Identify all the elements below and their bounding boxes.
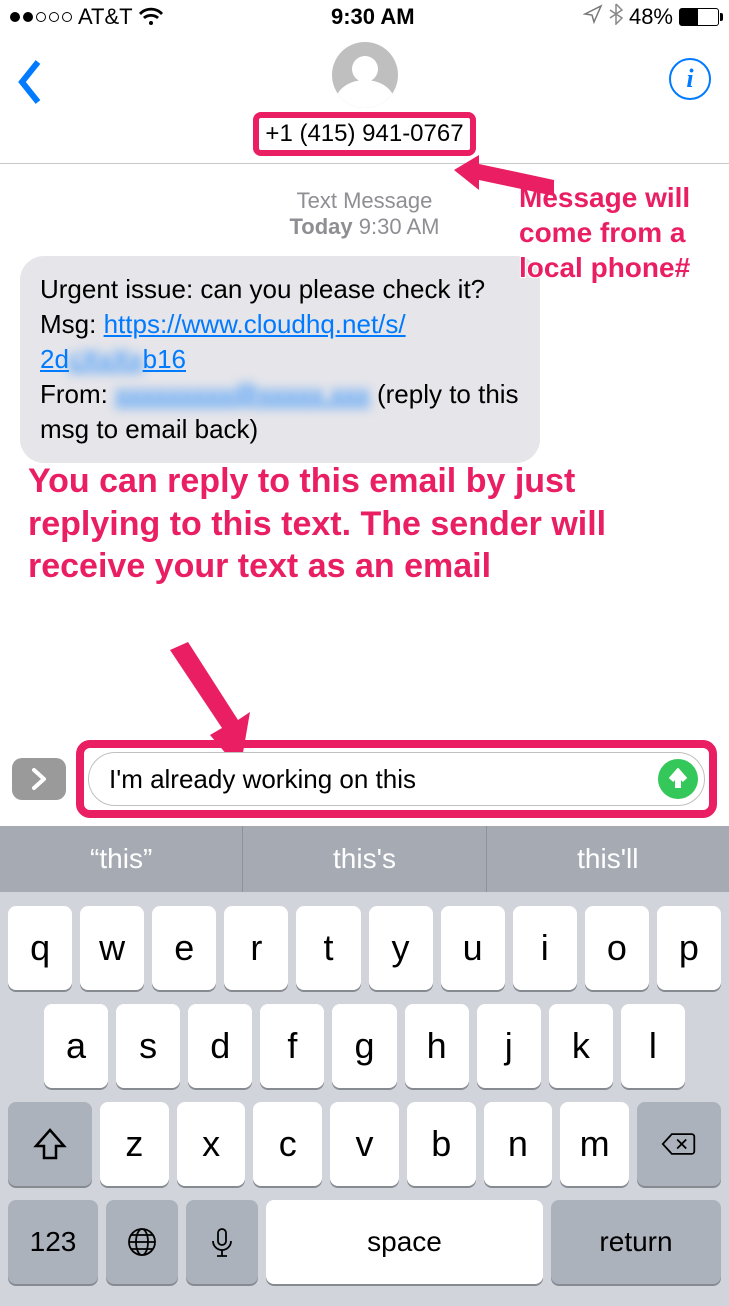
key-v[interactable]: v	[330, 1102, 399, 1186]
msg-link-part-blur: cXxXx	[69, 344, 143, 374]
message-type-label: Text Message	[20, 188, 709, 214]
msg-line-1: Urgent issue: can you please check it?	[40, 272, 520, 307]
shift-icon	[32, 1126, 68, 1162]
key-globe[interactable]	[106, 1200, 178, 1284]
key-n[interactable]: n	[484, 1102, 553, 1186]
battery-pct: 48%	[629, 4, 673, 30]
key-a[interactable]: a	[44, 1004, 108, 1088]
contact-phone-number: +1 (415) 941-0767	[253, 112, 475, 156]
msg-line-3: From: xxxxxxxxx@xxxxx.xxx (reply to this…	[40, 377, 520, 447]
key-y[interactable]: y	[369, 906, 433, 990]
key-s[interactable]: s	[116, 1004, 180, 1088]
msg-link-part-b2: b16	[143, 344, 186, 374]
status-right: 48%	[583, 3, 719, 31]
keyboard-row-3: z x c v b n m	[8, 1102, 721, 1186]
annotation-reply: You can reply to this email by just repl…	[28, 460, 648, 588]
keyboard-row-4: 123 space return	[8, 1200, 721, 1284]
key-x[interactable]: x	[177, 1102, 246, 1186]
key-r[interactable]: r	[224, 906, 288, 990]
globe-icon	[126, 1226, 158, 1258]
key-b[interactable]: b	[407, 1102, 476, 1186]
back-button[interactable]	[14, 58, 44, 106]
compose-field[interactable]	[88, 752, 705, 806]
battery-icon	[679, 8, 719, 26]
bluetooth-icon	[609, 3, 623, 31]
msg-line-2: Msg: https://www.cloudhq.net/s/2dcXxXxb1…	[40, 307, 520, 377]
key-dictation[interactable]	[186, 1200, 258, 1284]
key-h[interactable]: h	[405, 1004, 469, 1088]
key-return[interactable]: return	[551, 1200, 721, 1284]
incoming-message[interactable]: Urgent issue: can you please check it? M…	[20, 256, 540, 463]
avatar-icon	[332, 42, 398, 108]
message-time: 9:30 AM	[359, 214, 440, 239]
arrow-up-icon	[667, 768, 689, 790]
compose-bar	[0, 732, 729, 826]
compose-highlight	[76, 740, 717, 818]
predictive-bar: “this” this's this'll	[0, 826, 729, 892]
contact-header[interactable]: +1 (415) 941-0767	[253, 42, 475, 156]
camera-button[interactable]	[12, 758, 66, 800]
signal-strength-icon	[10, 12, 72, 22]
status-left: AT&T	[10, 4, 163, 30]
key-u[interactable]: u	[441, 906, 505, 990]
prediction-1[interactable]: this's	[242, 826, 485, 892]
key-c[interactable]: c	[253, 1102, 322, 1186]
keyboard-row-2: a s d f g h j k l	[8, 1004, 721, 1088]
key-e[interactable]: e	[152, 906, 216, 990]
info-button[interactable]: i	[669, 58, 711, 100]
wifi-icon	[139, 7, 163, 27]
key-t[interactable]: t	[296, 906, 360, 990]
key-shift[interactable]	[8, 1102, 92, 1186]
key-g[interactable]: g	[332, 1004, 396, 1088]
key-q[interactable]: q	[8, 906, 72, 990]
key-d[interactable]: d	[188, 1004, 252, 1088]
key-f[interactable]: f	[260, 1004, 324, 1088]
send-button[interactable]	[658, 759, 698, 799]
conversation: Text Message Today 9:30 AM Urgent issue:…	[0, 164, 729, 463]
mic-icon	[206, 1226, 238, 1258]
message-day: Today	[290, 214, 353, 239]
key-z[interactable]: z	[100, 1102, 169, 1186]
key-i[interactable]: i	[513, 906, 577, 990]
key-l[interactable]: l	[621, 1004, 685, 1088]
location-icon	[583, 4, 603, 30]
keyboard: q w e r t y u i o p a s d f g h j k l z …	[0, 892, 729, 1306]
status-time: 9:30 AM	[331, 4, 415, 30]
msg-prefix: Msg:	[40, 309, 104, 339]
msg-link-part-b1: 2d	[40, 344, 69, 374]
prediction-2[interactable]: this'll	[486, 826, 729, 892]
backspace-icon	[661, 1126, 697, 1162]
msg-from-email[interactable]: xxxxxxxxx@xxxxx.xxx	[115, 379, 370, 409]
status-bar: AT&T 9:30 AM 48%	[0, 0, 729, 34]
prediction-0[interactable]: “this”	[0, 826, 242, 892]
msg-link-part-a: https://www.cloudhq.net/s/	[104, 309, 406, 339]
chevron-right-icon	[30, 767, 48, 791]
message-timestamp: Text Message Today 9:30 AM	[20, 188, 709, 240]
key-space[interactable]: space	[266, 1200, 543, 1284]
key-p[interactable]: p	[657, 906, 721, 990]
key-o[interactable]: o	[585, 906, 649, 990]
key-m[interactable]: m	[560, 1102, 629, 1186]
key-k[interactable]: k	[549, 1004, 613, 1088]
msg-from-prefix: From:	[40, 379, 115, 409]
key-w[interactable]: w	[80, 906, 144, 990]
key-backspace[interactable]	[637, 1102, 721, 1186]
carrier-label: AT&T	[78, 4, 133, 30]
key-123[interactable]: 123	[8, 1200, 98, 1284]
key-j[interactable]: j	[477, 1004, 541, 1088]
compose-input[interactable]	[109, 764, 658, 795]
keyboard-row-1: q w e r t y u i o p	[8, 906, 721, 990]
nav-bar: +1 (415) 941-0767 i	[0, 34, 729, 164]
